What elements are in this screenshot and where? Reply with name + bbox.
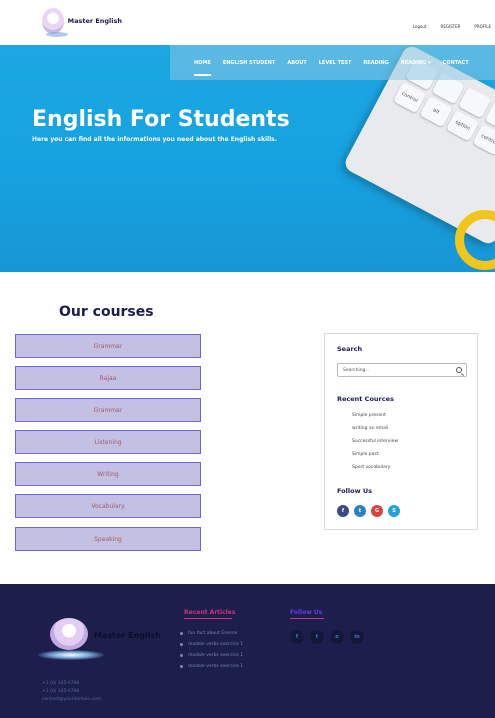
recent-course-link[interactable]: writing an email [352,426,388,431]
sidebar-widget: Search Searching... Recent Cources Simpl… [324,333,478,530]
footer-phone: +1 (0) 345 6789 [42,681,80,686]
hero-title: English For Students [32,107,290,132]
twitter-icon[interactable]: t [310,630,324,644]
hero-banner: control alt option control HOME ENGLISH … [0,45,495,272]
google-plus-icon[interactable]: G [371,505,383,517]
course-button-vocabulary[interactable]: Vocabulary [15,494,201,518]
nav-english-student[interactable]: ENGLISH STUDENT [223,60,276,66]
heading-underline [184,618,232,619]
article-link[interactable]: modale verbs exercice 1 [179,664,243,669]
brand-logo[interactable]: Master English [42,6,122,37]
instagram-icon[interactable]: o [330,630,344,644]
logo-emblem-icon [42,8,68,37]
recent-articles-heading: Recent Articles [184,609,236,616]
search-input[interactable]: Searching... [337,363,467,377]
course-button-speaking[interactable]: Speaking [15,527,201,551]
recent-courses-heading: Recent Cources [337,395,394,403]
logout-link[interactable]: Logout [413,24,427,29]
course-button-grammar-2[interactable]: Grammar [15,398,201,422]
follow-heading: Follow Us [337,487,372,495]
facebook-icon[interactable]: f [337,505,349,517]
footer-phone: +1 (0) 345 6789 [42,689,80,694]
courses-title: Our courses [59,304,154,320]
search-icon[interactable] [456,367,462,373]
nav-home[interactable]: HOME [194,60,211,76]
recent-course-link[interactable]: Simple past [352,452,379,457]
main-nav: HOME ENGLISH STUDENT ABOUT LEVEL TEST RE… [170,45,495,80]
nav-contact[interactable]: CONTACT [443,60,469,66]
nav-reading[interactable]: READING [363,60,388,66]
linkedin-icon[interactable]: in [350,630,364,644]
top-bar: Master English Logout REGISTER PROFILE [0,0,495,45]
heading-underline [290,618,324,619]
recent-course-link[interactable]: Simple present [352,413,386,418]
footer-logo-icon [50,618,88,650]
course-button-writing[interactable]: Writing [15,462,201,486]
recent-course-link[interactable]: Sport vocabulary [352,465,390,470]
skype-icon[interactable]: S [388,505,400,517]
footer: Master English +1 (0) 345 6789 +1 (0) 34… [0,584,495,718]
account-links: Logout REGISTER PROFILE [413,24,491,29]
footer-brand-name: Master English [94,631,161,640]
caret-down-icon: ▾ [428,59,431,66]
article-link[interactable]: modale verbs exercice 1 [179,642,243,647]
recent-course-link[interactable]: Successful interview [352,439,398,444]
nav-reading-dropdown[interactable]: READING ▾ [401,60,431,66]
footer-email[interactable]: contact@yourdomain.com [42,697,101,702]
footer-logo-glow [38,650,104,660]
twitter-icon[interactable]: t [354,505,366,517]
nav-level-test[interactable]: LEVEL TEST [319,60,352,66]
article-link[interactable]: modale verbs exercice 1 [179,653,243,658]
footer-follow-heading: Follow Us [290,609,323,616]
facebook-icon[interactable]: f [290,630,304,644]
profile-link[interactable]: PROFILE [474,24,491,29]
article-link[interactable]: fun fact about Greece [179,631,237,636]
course-button-listening[interactable]: Listening [15,430,201,454]
nav-about[interactable]: ABOUT [287,60,306,66]
search-heading: Search [337,345,363,353]
course-button-grammar[interactable]: Grammar [15,334,201,358]
register-link[interactable]: REGISTER [441,24,461,29]
hero-subtitle: Here you can find all the informations y… [32,136,277,143]
brand-name: Master English [67,17,122,25]
course-button-rajaa[interactable]: Rajaa [15,366,201,390]
